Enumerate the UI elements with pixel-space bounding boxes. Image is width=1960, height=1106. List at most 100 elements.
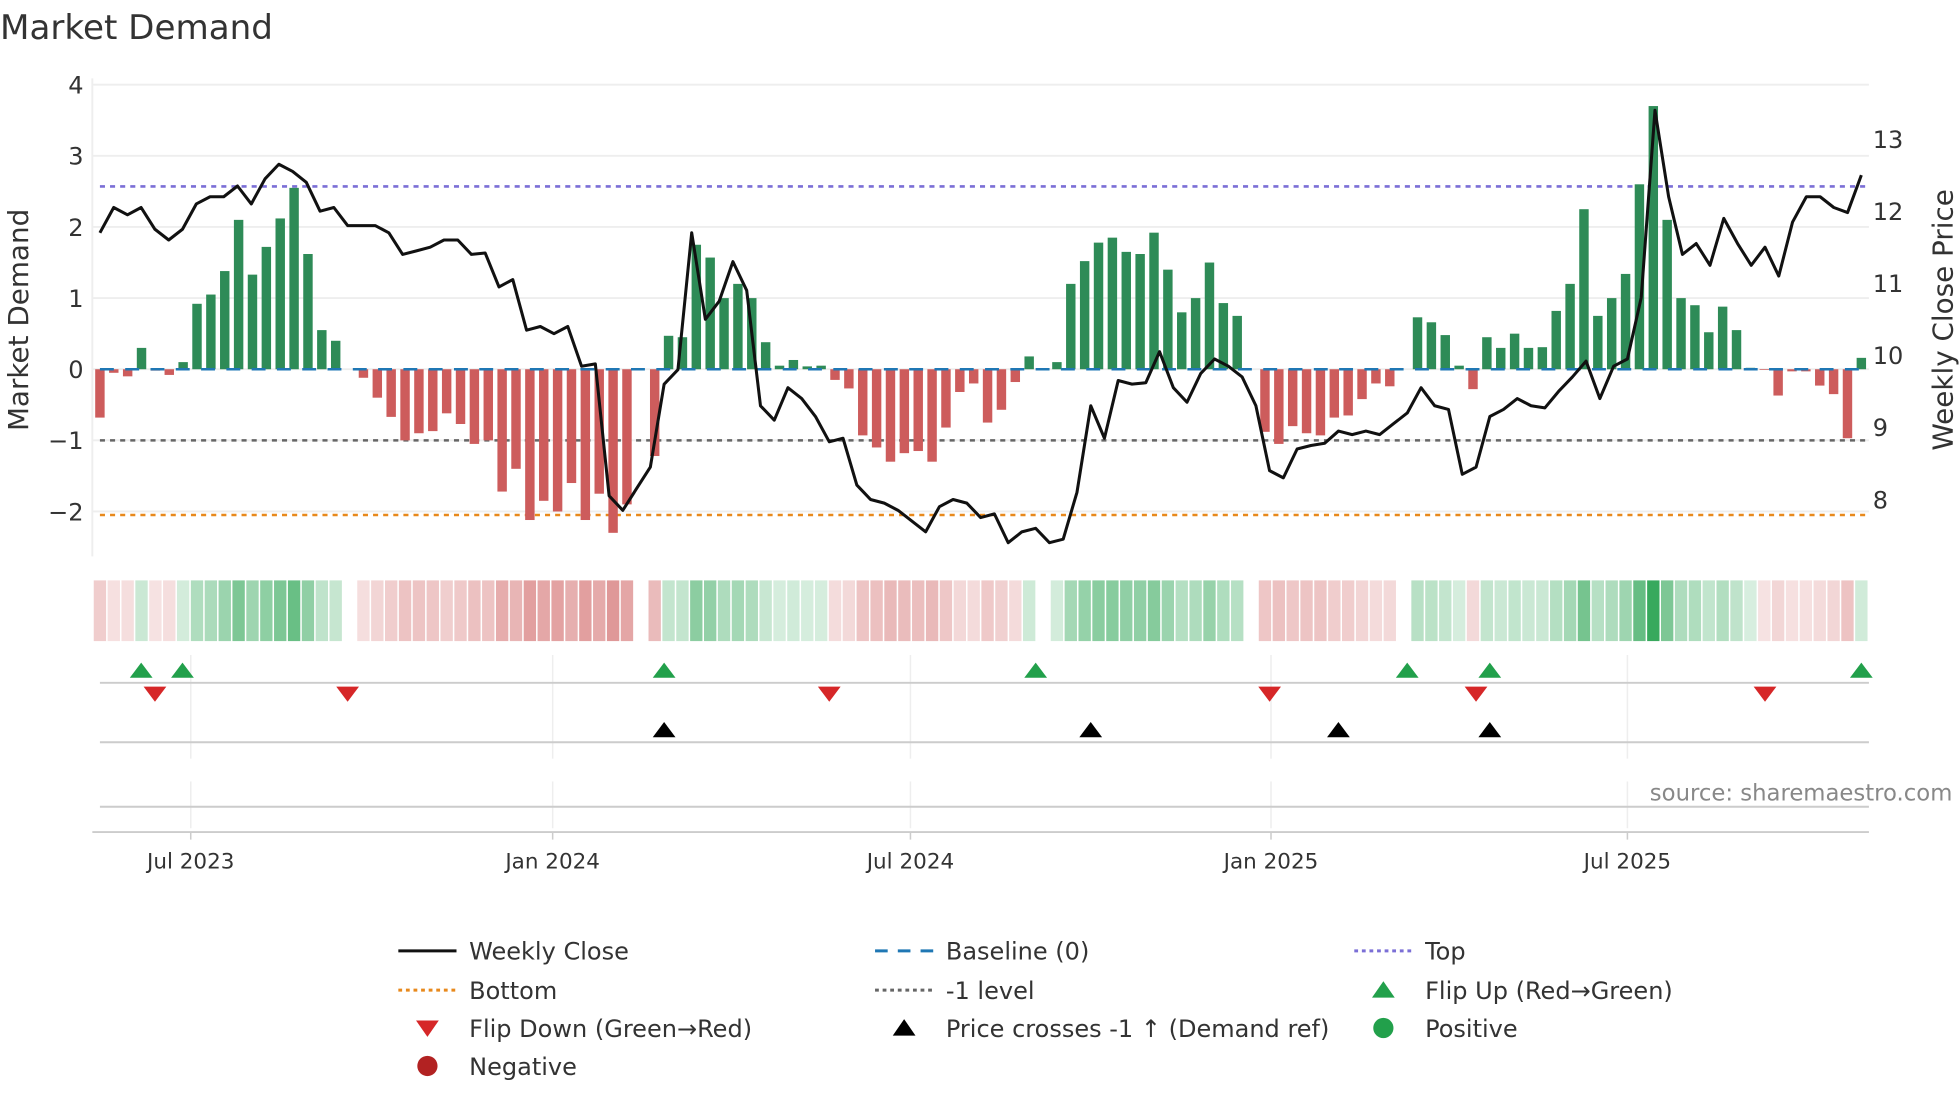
heat-cell (1453, 580, 1465, 641)
legend: Weekly CloseBaseline (0)TopBottom-1 leve… (398, 938, 1672, 1081)
heat-cell (1619, 580, 1631, 641)
heat-cell (510, 580, 522, 641)
y-tick-label: −2 (48, 498, 83, 526)
heat-cell (1092, 580, 1104, 641)
demand-bar (1024, 356, 1033, 369)
heat-cell (163, 580, 175, 641)
heat-cell (857, 580, 869, 641)
flip-up-marker (653, 663, 676, 678)
heat-cell (662, 580, 674, 641)
x-tick-label: Jul 2025 (1582, 850, 1671, 875)
legend-flip-down-green-red-icon (416, 1020, 439, 1036)
demand-bar (1260, 369, 1269, 432)
demand-bar (1593, 316, 1602, 369)
x-tick-label: Jul 2024 (865, 850, 954, 875)
demand-bar (248, 275, 257, 370)
demand-bar (1066, 284, 1075, 369)
heat-cell (1287, 580, 1299, 641)
demand-bar (830, 369, 839, 380)
heat-cell (1841, 580, 1853, 641)
heat-cell (1425, 580, 1437, 641)
demand-bar (733, 284, 742, 369)
demand-bar (359, 369, 368, 378)
legend-price-crosses-1-demand-ref-label: Price crosses -1 ↑ (Demand ref) (946, 1015, 1330, 1043)
heat-cell (357, 580, 369, 641)
heat-cell (1078, 580, 1090, 641)
heat-cell (1564, 580, 1576, 641)
heat-cell (1675, 580, 1687, 641)
heat-cell (191, 580, 203, 641)
demand-bar (1205, 263, 1214, 370)
y-tick-label: 0 (68, 356, 83, 384)
demand-bar (206, 295, 215, 370)
demand-bar (1427, 322, 1436, 369)
demand-bar (1524, 348, 1533, 369)
legend-negative-label: Negative (469, 1053, 577, 1081)
heat-cell (496, 580, 508, 641)
heat-cell (1065, 580, 1077, 641)
demand-bar (1191, 298, 1200, 369)
heat-cell (1855, 580, 1867, 641)
y-tick-label: 3 (68, 143, 83, 171)
demand-bar (789, 360, 798, 369)
heat-cell (149, 580, 161, 641)
demand-bar (1219, 303, 1228, 369)
heat-cell (690, 580, 702, 641)
heat-cell (1231, 580, 1243, 641)
heat-cell (884, 580, 896, 641)
heat-cell (1384, 580, 1396, 641)
heat-cell (524, 580, 536, 641)
heat-cell (579, 580, 591, 641)
heat-cell (260, 580, 272, 641)
demand-bar (1302, 369, 1311, 433)
heat-cell (330, 580, 342, 641)
demand-bar (442, 369, 451, 413)
demand-bar (1565, 284, 1574, 369)
heat-cell (1467, 580, 1479, 641)
flip-up-marker (130, 663, 153, 678)
demand-bar (1135, 254, 1144, 369)
heat-cell (1217, 580, 1229, 641)
heat-cell (759, 580, 771, 641)
demand-bar (386, 369, 395, 417)
demand-bar (581, 369, 590, 520)
heat-cell (1606, 580, 1618, 641)
heat-cell (1051, 580, 1063, 641)
heat-cell (177, 580, 189, 641)
heat-cell (316, 580, 328, 641)
heat-cell (413, 580, 425, 641)
heat-cell (1314, 580, 1326, 641)
demand-bar (1413, 317, 1422, 369)
heat-cell (1273, 580, 1285, 641)
heat-cell (1536, 580, 1548, 641)
demand-bar (927, 369, 936, 461)
demand-bar (276, 218, 285, 369)
demand-bar (1011, 369, 1020, 382)
demand-bar (1080, 261, 1089, 369)
heat-cell (371, 580, 383, 641)
heat-cell (1772, 580, 1784, 641)
demand-bar (400, 369, 409, 440)
demand-bar (539, 369, 548, 501)
demand-bar (262, 247, 271, 369)
demand-bar (1815, 369, 1824, 385)
heat-cell (1730, 580, 1742, 641)
heat-cell (427, 580, 439, 641)
demand-bar (1441, 335, 1450, 369)
heat-cell (274, 580, 286, 641)
heat-cell (676, 580, 688, 641)
heat-cell (704, 580, 716, 641)
heat-cell (1508, 580, 1520, 641)
heat-cell (593, 580, 605, 641)
price-cross-marker (1079, 722, 1102, 737)
demand-bar (484, 369, 493, 440)
price-cross-marker (1478, 722, 1501, 737)
demand-bar (900, 369, 909, 453)
heat-cell (219, 580, 231, 641)
demand-bar (331, 341, 340, 369)
demand-bar (664, 336, 673, 369)
demand-bar (1579, 209, 1588, 369)
heat-cell (440, 580, 452, 641)
demand-bar (1233, 316, 1242, 369)
y2-tick-label: 9 (1873, 414, 1888, 442)
